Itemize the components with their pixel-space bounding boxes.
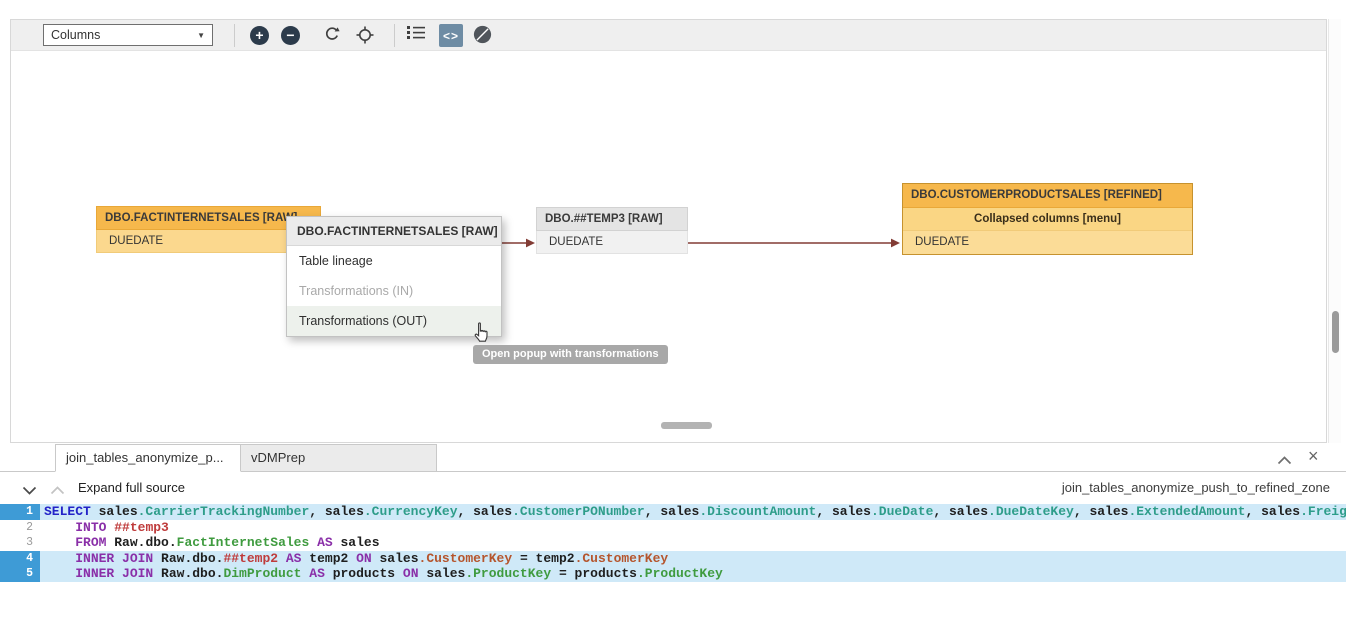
line-number: 2: [0, 520, 40, 536]
code-line: 4 INNER JOIN Raw.dbo.##temp2 AS temp2 ON…: [0, 551, 1346, 567]
node-title[interactable]: DBO.CUSTOMERPRODUCTSALES [REFINED]: [903, 184, 1192, 208]
code-line: 2 INTO ##temp3: [0, 520, 1346, 536]
contrast-icon: [473, 25, 492, 44]
tab-label: vDMPrep: [251, 450, 305, 465]
scroll-up-button[interactable]: [50, 483, 65, 498]
vertical-scrollbar-thumb[interactable]: [1332, 311, 1339, 353]
refresh-icon: [323, 25, 341, 43]
chevron-down-icon: [22, 486, 37, 495]
node-title[interactable]: DBO.##TEMP3 [RAW]: [536, 207, 688, 231]
context-menu: DBO.FACTINTERNETSALES [RAW] Table lineag…: [286, 216, 502, 337]
table-node-temp3-raw[interactable]: DBO.##TEMP3 [RAW] DUEDATE: [536, 207, 688, 254]
context-menu-title: DBO.FACTINTERNETSALES [RAW]: [287, 217, 501, 246]
node-column-duedate[interactable]: DUEDATE: [903, 231, 1192, 254]
tab-join-tables-anonymize[interactable]: join_tables_anonymize_p...: [55, 444, 241, 472]
hand-pointer-cursor-icon: [473, 322, 490, 348]
diagram-toolbar: Columns ▼ + −: [11, 20, 1326, 51]
line-number: 3: [0, 535, 40, 551]
close-panel-button[interactable]: ×: [1308, 446, 1319, 467]
code-line: 5 INNER JOIN Raw.dbo.DimProduct AS produ…: [0, 566, 1346, 582]
table-node-customerproductsales-refined[interactable]: DBO.CUSTOMERPRODUCTSALES [REFINED] Colla…: [902, 183, 1193, 255]
refresh-button[interactable]: [323, 25, 341, 43]
chevron-up-icon: [50, 486, 65, 495]
toolbar-divider: [394, 24, 395, 47]
node-column-duedate[interactable]: DUEDATE: [536, 231, 688, 254]
sql-panel: join_tables_anonymize_p... vDMPrep ×: [0, 443, 1346, 632]
code-icon: <>: [443, 29, 459, 43]
context-menu-item[interactable]: Table lineage: [287, 246, 501, 276]
transformations-tooltip: Open popup with transformations: [473, 345, 668, 364]
line-number: 5: [0, 566, 40, 582]
app-window: Columns ▼ + −: [0, 0, 1346, 632]
edge-arrowhead: [891, 239, 900, 248]
context-menu-item[interactable]: Transformations (IN): [287, 276, 501, 306]
context-menu-item[interactable]: Transformations (OUT): [287, 306, 501, 336]
code-text: INNER JOIN Raw.dbo.DimProduct AS product…: [40, 566, 1346, 582]
source-name-label: join_tables_anonymize_push_to_refined_zo…: [1062, 472, 1330, 504]
code-line: 3 FROM Raw.dbo.FactInternetSales AS sale…: [0, 535, 1346, 551]
code-text: INTO ##temp3: [40, 520, 1346, 536]
line-number: 4: [0, 551, 40, 567]
expand-full-source-link[interactable]: Expand full source: [78, 472, 185, 504]
edge-arrowhead: [526, 239, 535, 248]
chevron-up-icon: [1277, 456, 1292, 465]
scroll-down-button[interactable]: [22, 483, 37, 498]
code-text: FROM Raw.dbo.FactInternetSales AS sales: [40, 535, 1346, 551]
close-icon: ×: [1308, 446, 1319, 466]
line-number: 1: [0, 504, 40, 520]
minus-icon: −: [286, 27, 294, 44]
zoom-out-button[interactable]: −: [281, 26, 300, 45]
code-text: INNER JOIN Raw.dbo.##temp2 AS temp2 ON s…: [40, 551, 1346, 567]
tab-vdmprep[interactable]: vDMPrep: [240, 444, 437, 472]
horizontal-scrollbar-thumb[interactable]: [661, 422, 712, 429]
contrast-button[interactable]: [473, 25, 492, 44]
plus-icon: +: [255, 27, 263, 44]
collapse-panel-button[interactable]: [1277, 453, 1292, 468]
list-icon: [407, 25, 425, 40]
lineage-pane: Columns ▼ + −: [10, 19, 1327, 443]
source-toolbar: Expand full source join_tables_anonymize…: [0, 472, 1346, 504]
vertical-scrollbar[interactable]: [1328, 19, 1341, 443]
columns-dropdown-value: Columns: [51, 28, 100, 42]
columns-dropdown[interactable]: Columns ▼: [43, 24, 213, 46]
chevron-down-icon: ▼: [197, 31, 205, 40]
collapsed-columns-menu[interactable]: Collapsed columns [menu]: [903, 208, 1192, 231]
zoom-in-button[interactable]: +: [250, 26, 269, 45]
panel-tabs: join_tables_anonymize_p... vDMPrep ×: [0, 444, 1346, 472]
code-view-button[interactable]: <>: [439, 24, 463, 47]
toolbar-divider: [234, 24, 235, 47]
code-line: 1SELECT sales.CarrierTrackingNumber, sal…: [0, 504, 1346, 520]
tab-label: join_tables_anonymize_p...: [66, 450, 224, 465]
sql-code: 1SELECT sales.CarrierTrackingNumber, sal…: [0, 504, 1346, 582]
context-menu-items: Table lineageTransformations (IN)Transfo…: [287, 246, 501, 336]
crosshair-icon: [355, 25, 375, 45]
fit-view-button[interactable]: [355, 25, 375, 45]
code-text: SELECT sales.CarrierTrackingNumber, sale…: [40, 504, 1346, 520]
list-view-button[interactable]: [407, 25, 425, 40]
